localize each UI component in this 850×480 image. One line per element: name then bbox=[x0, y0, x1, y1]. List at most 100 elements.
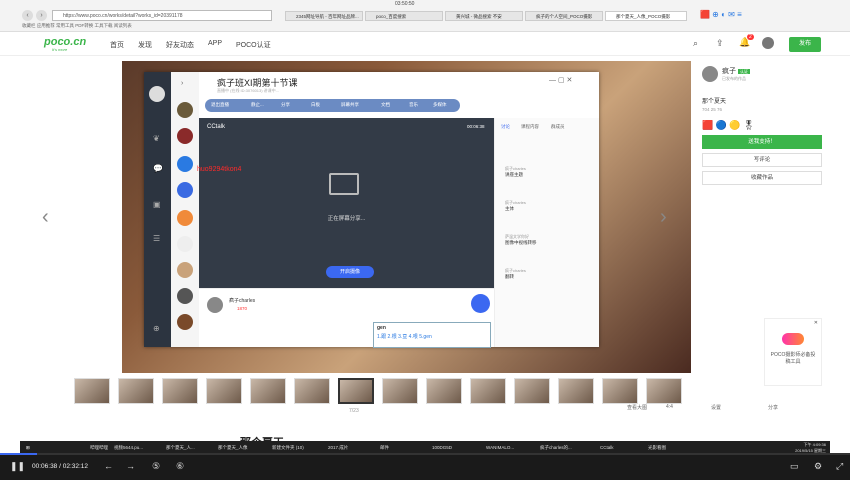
thumbnail[interactable] bbox=[602, 378, 638, 404]
nav-friends[interactable]: 好友动态 bbox=[166, 40, 194, 50]
author-name[interactable]: 疯子 bbox=[722, 68, 736, 75]
tab-summer[interactable]: 那个夏天_人像_POCO摄影 bbox=[605, 11, 687, 21]
settings-button[interactable]: 设置 bbox=[711, 404, 721, 411]
nav-discover[interactable]: 发现 bbox=[138, 40, 152, 50]
publish-button[interactable]: 发布 bbox=[789, 37, 821, 52]
document-button[interactable]: 文档 bbox=[381, 102, 390, 108]
thumbnail[interactable] bbox=[206, 378, 242, 404]
back-icon[interactable]: ‹ bbox=[22, 10, 33, 21]
group-avatar-1[interactable] bbox=[177, 102, 193, 118]
speaker-avatar[interactable] bbox=[207, 297, 223, 313]
close-icon[interactable]: ✕ bbox=[765, 319, 821, 327]
group-avatar-2[interactable] bbox=[177, 128, 193, 144]
thumbnail[interactable] bbox=[514, 378, 550, 404]
view-large-button[interactable]: 查看大图 bbox=[627, 404, 647, 411]
rewind-icon[interactable]: ← bbox=[104, 461, 113, 471]
pause-icon[interactable]: ❚❚ bbox=[10, 461, 25, 472]
author-avatar[interactable] bbox=[702, 66, 718, 82]
address-bar[interactable]: https://www.poco.cn/works/detail?works_i… bbox=[52, 10, 272, 21]
thumbnail[interactable] bbox=[118, 378, 154, 404]
group-avatar-5[interactable] bbox=[177, 210, 193, 226]
group-avatar-3[interactable] bbox=[177, 156, 193, 172]
thumbnail[interactable] bbox=[294, 378, 330, 404]
tab-poco-baidu[interactable]: poco_百度搜索 bbox=[365, 11, 443, 21]
calendar-icon[interactable]: ▣ bbox=[153, 200, 161, 209]
thumbnail[interactable] bbox=[558, 378, 594, 404]
ime-candidate-box[interactable]: gen 1.跟 2.根 3.亘 4.哏 5.gen bbox=[373, 322, 491, 348]
search-icon[interactable]: ⌕ bbox=[693, 38, 698, 49]
ime-candidates[interactable]: 1.跟 2.根 3.亘 4.哏 5.gen bbox=[374, 333, 490, 340]
taskbar-item[interactable]: WANIMALO... bbox=[486, 443, 514, 453]
nav-home[interactable]: 首页 bbox=[110, 40, 124, 50]
settings-icon[interactable]: ⚙ bbox=[814, 461, 822, 472]
media-button[interactable]: 多媒体 bbox=[433, 102, 447, 108]
thumbnail[interactable] bbox=[382, 378, 418, 404]
expand-icon[interactable]: › bbox=[181, 80, 183, 87]
browser-toolbar-icons[interactable]: 🟥 ⊕ ◐ ✉ ≡ bbox=[700, 10, 742, 19]
group-avatar-4[interactable] bbox=[177, 182, 193, 198]
music-button[interactable]: 音乐 bbox=[409, 102, 418, 108]
tab-fengzi-space[interactable]: 疯子的个人空间_POCO摄影 bbox=[525, 11, 603, 21]
avatar[interactable] bbox=[762, 37, 774, 49]
group-avatar-7[interactable] bbox=[177, 262, 193, 278]
taskbar-item[interactable]: 100DG5D bbox=[432, 443, 452, 453]
replay-icon[interactable]: ⑤ bbox=[152, 461, 160, 472]
microphone-button[interactable] bbox=[471, 294, 490, 313]
nav-certify[interactable]: POCO认证 bbox=[236, 40, 271, 50]
group-avatar-8[interactable] bbox=[177, 288, 193, 304]
next-arrow-icon[interactable]: › bbox=[660, 206, 667, 229]
taskbar-item[interactable]: 视频5644.pu... bbox=[114, 443, 143, 453]
taskbar-item[interactable]: 邮件 bbox=[380, 443, 389, 453]
forward-icon[interactable]: › bbox=[36, 10, 47, 21]
thumbnail[interactable] bbox=[426, 378, 462, 404]
taskbar-item[interactable]: CCtalk bbox=[600, 443, 614, 453]
add-icon[interactable]: ⊕ bbox=[153, 324, 160, 333]
leaf-icon[interactable]: ❦ bbox=[153, 134, 160, 143]
thumbnail[interactable] bbox=[646, 378, 682, 404]
group-avatar-9[interactable] bbox=[177, 314, 193, 330]
taskbar-item[interactable]: 光影看图 bbox=[648, 443, 666, 453]
screen-share-button[interactable]: 屏幕共享 bbox=[341, 102, 359, 108]
forward-icon[interactable]: → bbox=[126, 461, 135, 471]
total-time: 02:32:12 bbox=[62, 463, 89, 470]
support-button[interactable]: 送我支持！ bbox=[702, 135, 822, 149]
mute-button[interactable]: 静止... bbox=[251, 102, 264, 108]
user-avatar[interactable] bbox=[149, 86, 165, 102]
nav-app[interactable]: APP bbox=[208, 40, 222, 47]
current-time: 00:06:38 bbox=[32, 463, 58, 470]
upload-icon[interactable]: ⇪ bbox=[716, 38, 724, 49]
share-button[interactable]: 分享 bbox=[281, 102, 290, 108]
tab-course[interactable]: 课程内容 bbox=[521, 124, 539, 130]
thumbnail[interactable] bbox=[162, 378, 198, 404]
comment-button[interactable]: 写评论 bbox=[702, 153, 822, 167]
taskbar-item[interactable]: 那个夏天_人像 bbox=[218, 443, 248, 453]
whiteboard-button[interactable]: 白板 bbox=[311, 102, 320, 108]
exit-live-button[interactable]: 退出直播 bbox=[211, 102, 229, 108]
window-controls[interactable]: — ▢ ✕ bbox=[549, 76, 572, 84]
taskbar-item[interactable]: 哔哩哔哩 bbox=[90, 443, 108, 453]
collect-button[interactable]: 收藏作品 bbox=[702, 171, 822, 185]
tab-2345[interactable]: 2345网址导航 - 百年网址品牌... bbox=[285, 11, 363, 21]
chat-icon[interactable]: 💬 bbox=[153, 164, 163, 173]
taskbar-item[interactable]: 新建文件夹 (10) bbox=[272, 443, 304, 453]
taskbar-item[interactable]: 2017.成片 bbox=[328, 443, 348, 453]
taskbar-item[interactable]: 那个夏天_人... bbox=[166, 443, 195, 453]
thumbnail[interactable] bbox=[250, 378, 286, 404]
start-icon[interactable]: ⊞ bbox=[26, 443, 30, 453]
taskbar-item[interactable]: 疯子charles的... bbox=[540, 443, 572, 453]
thumbnail[interactable] bbox=[74, 378, 110, 404]
thumbnail-active[interactable] bbox=[338, 378, 374, 404]
contacts-icon[interactable]: ☰ bbox=[153, 234, 160, 243]
group-avatar-6[interactable] bbox=[177, 236, 193, 252]
subtitle-icon[interactable]: ▭ bbox=[790, 461, 799, 472]
bookmarks-bar[interactable]: 收藏栏 应用推荐 常用工具 PDF转换 工具下载 阅读列表 bbox=[22, 23, 132, 29]
tab-discussion[interactable]: 讨论 bbox=[501, 124, 510, 130]
tab-members[interactable]: 群成员 bbox=[551, 124, 565, 130]
thumbnail[interactable] bbox=[470, 378, 506, 404]
skip-icon[interactable]: ⑥ bbox=[176, 461, 184, 472]
ad-box[interactable]: ✕ POCO摄影师必备投稿工具 bbox=[764, 318, 822, 386]
tab-weibo[interactable]: 黄兴城 - 微品搜索 不安 bbox=[445, 11, 523, 21]
prev-arrow-icon[interactable]: ‹ bbox=[42, 206, 49, 229]
open-camera-button[interactable]: 开启摄像 bbox=[326, 266, 374, 278]
fullscreen-icon[interactable]: ⤢ bbox=[836, 461, 843, 472]
